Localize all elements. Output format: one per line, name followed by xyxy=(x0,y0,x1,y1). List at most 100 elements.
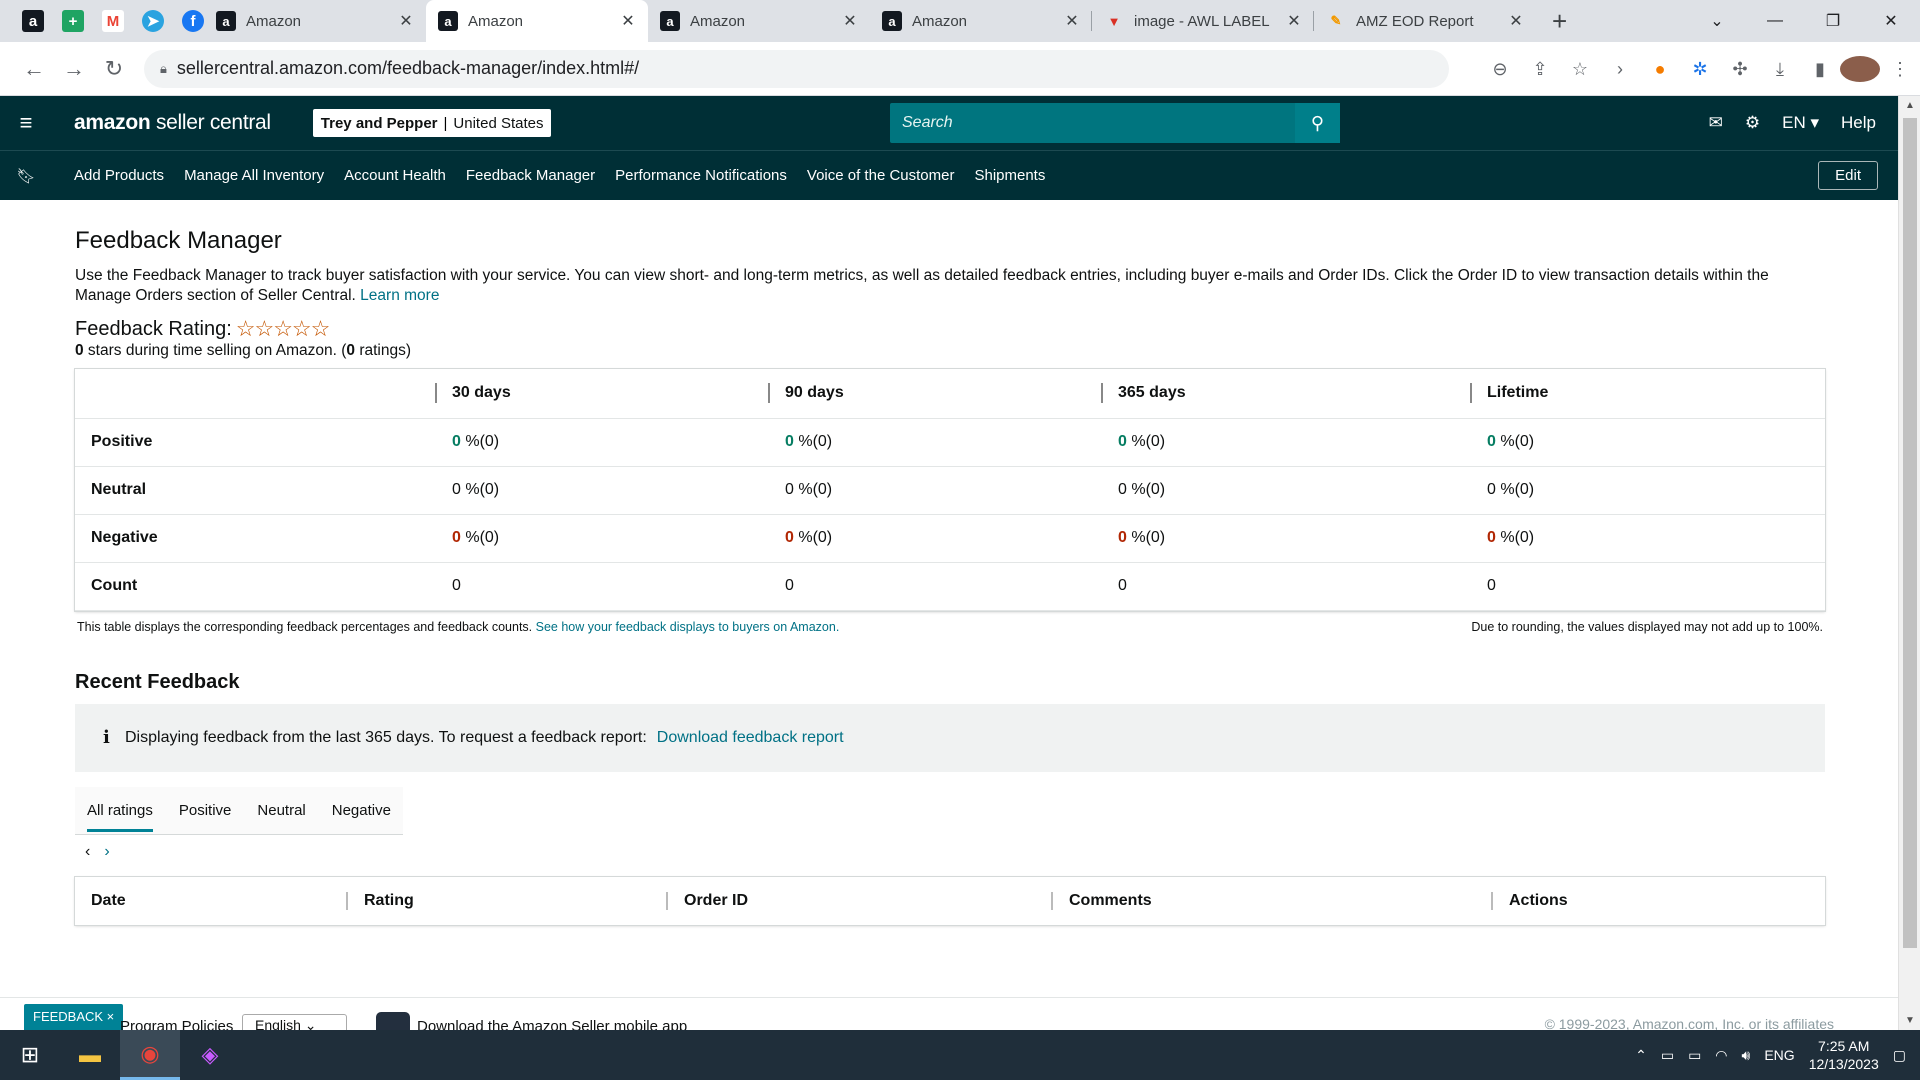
tray-expand-icon[interactable]: ⌃ xyxy=(1635,1047,1647,1064)
row-label: Count xyxy=(75,562,435,611)
maximize-icon[interactable]: ❐ xyxy=(1804,11,1862,31)
forward-icon[interactable]: → xyxy=(54,56,94,82)
store-switcher[interactable]: Trey and Pepper | United States xyxy=(312,109,552,137)
column-header-order-id[interactable]: Order ID xyxy=(650,877,1035,925)
browser-menu-icon[interactable]: ⋮ xyxy=(1880,59,1920,80)
app-icon[interactable]: ◈ xyxy=(180,1030,240,1080)
tab-all-ratings[interactable]: All ratings xyxy=(87,786,153,834)
extensions-puzzle-icon[interactable]: ✣ xyxy=(1720,59,1760,80)
scroll-up-icon[interactable]: ▲ xyxy=(1899,100,1920,111)
next-page-icon[interactable]: › xyxy=(104,843,109,861)
help-link[interactable]: Help xyxy=(1841,113,1876,133)
browser-tab[interactable]: ▼ image - AWL LABEL ✕ xyxy=(1092,0,1314,42)
neutral-cell: 0 %(0) xyxy=(1470,466,1825,515)
extension-orange-icon[interactable]: ● xyxy=(1640,59,1680,80)
amazon-pinned-icon[interactable]: a xyxy=(22,10,44,32)
download-report-link[interactable]: Download feedback report xyxy=(657,729,844,747)
side-panel-icon[interactable]: ▮ xyxy=(1800,59,1840,80)
profile-avatar[interactable] xyxy=(1840,56,1880,82)
language-selector[interactable]: EN ▾ xyxy=(1782,113,1819,133)
file-explorer-icon[interactable]: ▬ xyxy=(60,1030,120,1080)
nav-voice-of-customer[interactable]: Voice of the Customer xyxy=(807,167,955,184)
extension-blue-icon[interactable]: ✲ xyxy=(1680,59,1720,80)
nav-performance-notifications[interactable]: Performance Notifications xyxy=(615,167,787,184)
download-icon[interactable]: ⤓ xyxy=(1760,59,1800,80)
seller-central-logo[interactable]: amazon seller central xyxy=(74,111,271,135)
column-header: 90 days xyxy=(768,369,1101,419)
browser-tab[interactable]: a Amazon ✕ xyxy=(648,0,870,42)
extension-arrow-icon[interactable]: › xyxy=(1600,59,1640,80)
url-input[interactable]: 🔒︎ sellercentral.amazon.com/feedback-man… xyxy=(144,49,1449,88)
lock-icon[interactable]: 🔒︎ xyxy=(160,61,167,77)
reload-icon[interactable]: ↻ xyxy=(94,56,134,82)
browser-tab[interactable]: a Amazon ✕ xyxy=(870,0,1092,42)
sheets-pinned-icon[interactable]: + xyxy=(62,10,84,32)
column-header: Lifetime xyxy=(1470,369,1825,419)
browser-tab[interactable]: ✎ AMZ EOD Report ✕ xyxy=(1314,0,1536,42)
windows-start-icon[interactable]: ⊞ xyxy=(0,1030,60,1080)
share-icon[interactable]: ⇪ xyxy=(1520,59,1560,80)
clock[interactable]: 7:25 AM 12/13/2023 xyxy=(1809,1037,1879,1073)
tab-neutral[interactable]: Neutral xyxy=(257,786,305,834)
zoom-icon[interactable]: ⊖ xyxy=(1480,59,1520,80)
column-header-date[interactable]: Date xyxy=(75,877,330,925)
positive-cell: 0 %(0) xyxy=(435,418,768,467)
menu-hamburger-icon[interactable]: ≡ xyxy=(0,110,52,136)
telegram-pinned-icon[interactable]: ➤ xyxy=(142,10,164,32)
browser-tab[interactable]: a Amazon ✕ xyxy=(204,0,426,42)
positive-cell: 0 %(0) xyxy=(768,418,1101,467)
battery-icon[interactable]: ▭ xyxy=(1688,1047,1701,1064)
download-app-link[interactable]: Download the Amazon Seller mobile app xyxy=(417,1018,687,1030)
nav-shipments[interactable]: Shipments xyxy=(974,167,1045,184)
close-tab-icon[interactable]: ✕ xyxy=(398,11,414,31)
close-tab-icon[interactable]: ✕ xyxy=(1286,11,1302,31)
nav-account-health[interactable]: Account Health xyxy=(344,167,446,184)
negative-cell: 0 %(0) xyxy=(1470,514,1825,563)
bookmark-star-icon[interactable]: ☆ xyxy=(1560,59,1600,80)
minimize-icon[interactable]: — xyxy=(1746,12,1804,30)
tray-meet-icon[interactable]: ▭ xyxy=(1661,1047,1674,1064)
tab-title: AMZ EOD Report xyxy=(1356,12,1474,30)
scroll-down-icon[interactable]: ▼ xyxy=(1899,1015,1920,1026)
new-tab-icon[interactable]: + xyxy=(1552,0,1567,42)
close-tab-icon[interactable]: ✕ xyxy=(1064,11,1080,31)
scrollbar-thumb[interactable] xyxy=(1903,118,1917,948)
wifi-icon[interactable]: ◠ xyxy=(1715,1047,1727,1064)
learn-more-link[interactable]: Learn more xyxy=(360,287,439,304)
tab-search-icon[interactable]: ⌄ xyxy=(1688,11,1746,31)
column-header-comments[interactable]: Comments xyxy=(1035,877,1475,925)
facebook-pinned-icon[interactable]: f xyxy=(182,10,204,32)
close-tab-icon[interactable]: ✕ xyxy=(620,11,636,31)
tab-title: Amazon xyxy=(468,12,524,30)
volume-icon[interactable]: 🔊︎ xyxy=(1742,1047,1751,1064)
program-policies-link[interactable]: Program Policies xyxy=(120,1018,233,1030)
close-window-icon[interactable]: ✕ xyxy=(1862,11,1920,31)
address-bar: ← → ↻ 🔒︎ sellercentral.amazon.com/feedba… xyxy=(0,42,1920,96)
nav-feedback-manager[interactable]: Feedback Manager xyxy=(466,167,595,184)
footer-language-select[interactable]: English ⌄ xyxy=(242,1014,347,1030)
feedback-display-link[interactable]: See how your feedback displays to buyers… xyxy=(536,620,840,634)
prev-page-icon[interactable]: ‹ xyxy=(85,843,90,861)
tab-negative[interactable]: Negative xyxy=(332,786,391,834)
tab-positive[interactable]: Positive xyxy=(179,786,232,834)
nav-manage-inventory[interactable]: Manage All Inventory xyxy=(184,167,324,184)
close-tab-icon[interactable]: ✕ xyxy=(842,11,858,31)
gmail-pinned-icon[interactable]: M xyxy=(102,10,124,32)
chrome-icon[interactable]: ◉ xyxy=(120,1030,180,1080)
search-icon[interactable]: ⚲ xyxy=(1295,103,1340,143)
nav-add-products[interactable]: Add Products xyxy=(74,167,164,184)
table-row: Negative 0 %(0) 0 %(0) 0 %(0) 0 %(0) xyxy=(75,514,1825,563)
column-header-rating[interactable]: Rating xyxy=(330,877,650,925)
back-icon[interactable]: ← xyxy=(14,56,54,82)
settings-gear-icon[interactable]: ⚙ xyxy=(1745,113,1760,133)
bookmark-icon[interactable]: 🔖︎ xyxy=(0,167,52,185)
close-tab-icon[interactable]: ✕ xyxy=(1508,11,1524,31)
page-scrollbar[interactable]: ▲ ▼ xyxy=(1898,96,1920,1030)
browser-tab-active[interactable]: a Amazon ✕ xyxy=(426,0,648,42)
feedback-badge-button[interactable]: FEEDBACK × xyxy=(24,1004,124,1030)
notifications-icon[interactable]: ▢ xyxy=(1893,1047,1906,1064)
mail-icon[interactable]: ✉ xyxy=(1709,113,1723,133)
search-input[interactable]: Search xyxy=(890,103,1340,143)
edit-nav-button[interactable]: Edit xyxy=(1818,161,1878,190)
input-language[interactable]: ENG xyxy=(1764,1047,1794,1063)
